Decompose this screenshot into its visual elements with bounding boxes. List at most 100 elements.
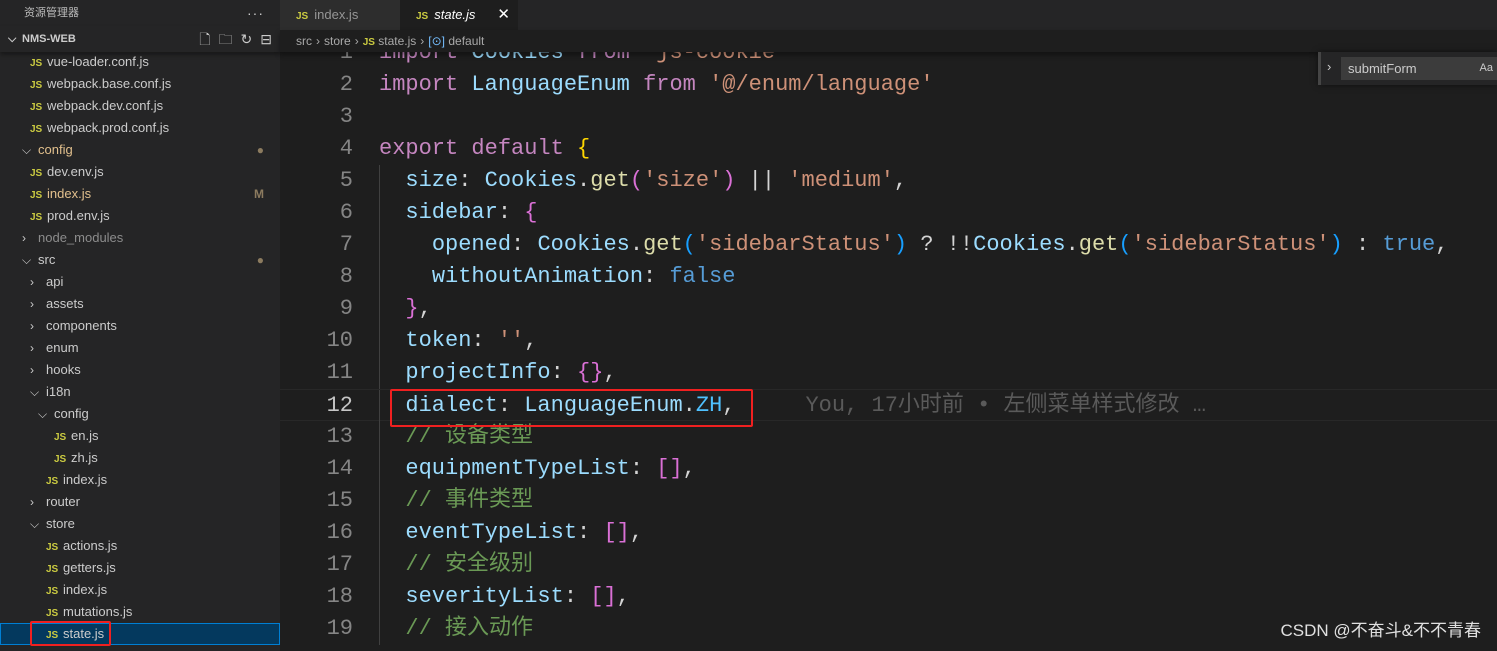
code-token: severityList: [405, 584, 564, 609]
file-index-js[interactable]: JS index.js: [0, 579, 280, 601]
code-line[interactable]: 2 import LanguageEnum from '@/enum/langua…: [280, 69, 1497, 101]
file-webpack-prod-conf-js[interactable]: JS webpack.prod.conf.js: [0, 117, 280, 139]
line-number: 4: [339, 136, 353, 161]
code-token: projectInfo: [405, 360, 551, 385]
code-token: from: [643, 72, 696, 97]
highlight-box: [30, 621, 111, 646]
folder-components[interactable]: › components: [0, 315, 280, 337]
folder-config[interactable]: ⌵ config: [0, 403, 280, 425]
breadcrumb-src[interactable]: src: [296, 34, 312, 48]
code-line[interactable]: 4 export default {: [280, 133, 1497, 165]
code-token: get: [590, 168, 630, 193]
tree-item-label: dev.env.js: [47, 164, 104, 179]
code-editor[interactable]: 1 import Cookies from 'js-cookie' 2 import …: [280, 52, 1497, 651]
folder-assets[interactable]: › assets: [0, 293, 280, 315]
find-input[interactable]: submitForm Aa: [1341, 57, 1497, 80]
chevron-down-icon: ⌵: [8, 33, 17, 45]
file-vue-loader-conf-js[interactable]: JS vue-loader.conf.js: [0, 51, 280, 73]
toggle-replace-icon[interactable]: ›: [1327, 59, 1331, 74]
file-index-js[interactable]: JS index.js M: [0, 183, 280, 205]
chevron-right-icon: ›: [316, 34, 320, 48]
collapse-all-icon[interactable]: ⊟: [260, 26, 272, 52]
code-line[interactable]: 11 projectInfo: {},: [280, 357, 1497, 389]
file-zh-js[interactable]: JS zh.js: [0, 447, 280, 469]
tree-item-label: hooks: [46, 362, 81, 377]
code-line[interactable]: 5 size: Cookies.get('size') || 'medium',: [280, 165, 1497, 197]
more-actions-icon[interactable]: ···: [247, 0, 264, 26]
file-webpack-dev-conf-js[interactable]: JS webpack.dev.conf.js: [0, 95, 280, 117]
code-token: {: [577, 136, 591, 161]
code-line[interactable]: 18 severityList: [],: [280, 581, 1497, 613]
close-icon[interactable]: ✕: [497, 0, 510, 30]
code-line[interactable]: 8 withoutAnimation: false: [280, 261, 1497, 293]
line-number: 9: [339, 296, 353, 321]
code-token: :: [471, 328, 498, 353]
tree-item-label: store: [46, 516, 75, 531]
js-file-icon: JS: [54, 454, 67, 465]
tree-item-label: index.js: [63, 582, 108, 597]
code-line[interactable]: 9 },: [280, 293, 1497, 325]
folder-i18n[interactable]: ⌵ i18n: [0, 381, 280, 403]
code-line[interactable]: 1 import Cookies from 'js-cookie': [280, 52, 1497, 69]
file-actions-js[interactable]: JS actions.js: [0, 535, 280, 557]
code-token: token: [405, 328, 472, 353]
refresh-icon[interactable]: ↻: [241, 26, 253, 52]
file-dev-env-js[interactable]: JS dev.env.js: [0, 161, 280, 183]
js-file-icon: JS: [30, 58, 43, 69]
code-line[interactable]: 3: [280, 101, 1497, 133]
file-mutations-js[interactable]: JS mutations.js: [0, 601, 280, 623]
file-webpack-base-conf-js[interactable]: JS webpack.base.conf.js: [0, 73, 280, 95]
line-number: 12: [326, 393, 353, 418]
folder-enum[interactable]: › enum: [0, 337, 280, 359]
file-en-js[interactable]: JS en.js: [0, 425, 280, 447]
folder-store[interactable]: ⌵ store: [0, 513, 280, 535]
code-token: // 事件类型: [405, 488, 534, 513]
folder-hooks[interactable]: › hooks: [0, 359, 280, 381]
folder-src[interactable]: ⌵ src ●: [0, 249, 280, 271]
folder-node-modules[interactable]: › node_modules: [0, 227, 280, 249]
code-token: }: [405, 296, 419, 321]
watermark: CSDN @不奋斗&不不青春: [1280, 621, 1482, 640]
new-file-icon[interactable]: 🗋: [199, 26, 210, 52]
code-line[interactable]: 15 // 事件类型: [280, 485, 1497, 517]
file-getters-js[interactable]: JS getters.js: [0, 557, 280, 579]
folder-router[interactable]: › router: [0, 491, 280, 513]
new-folder-icon[interactable]: 🗀: [219, 26, 233, 52]
tree-item-label: mutations.js: [63, 604, 133, 619]
tab-index-js[interactable]: JS index.js: [280, 0, 400, 30]
tree-item-label: i18n: [46, 384, 71, 399]
tab-state-js[interactable]: JS state.js ✕: [400, 0, 518, 30]
project-header[interactable]: ⌵ NMS-WEB 🗋 🗀 ↻ ⊟: [0, 26, 280, 52]
breadcrumb-store[interactable]: store: [324, 34, 351, 48]
match-case-toggle[interactable]: Aa: [1480, 57, 1493, 80]
js-file-icon: JS: [30, 190, 43, 201]
code-token: []: [603, 520, 630, 545]
code-line[interactable]: 6 sidebar: {: [280, 197, 1497, 229]
code-token: ): [893, 232, 908, 257]
tree-item-label: zh.js: [71, 450, 98, 465]
tree-item-label: webpack.base.conf.js: [47, 76, 172, 91]
chevron-down-icon: ⌵: [22, 253, 32, 267]
code-token: ,: [524, 328, 538, 353]
code-line[interactable]: 7 opened: Cookies.get('sidebarStatus') ?…: [280, 229, 1497, 261]
code-token: ? !!: [907, 232, 974, 257]
file-index-js[interactable]: JS index.js: [0, 469, 280, 491]
folder-config[interactable]: ⌵ config ●: [0, 139, 280, 161]
chevron-right-icon: ›: [30, 341, 34, 355]
code-line[interactable]: 14 equipmentTypeList: [],: [280, 453, 1497, 485]
tree-item-label: getters.js: [63, 560, 116, 575]
code-token: get: [1078, 232, 1119, 257]
file-prod-env-js[interactable]: JS prod.env.js: [0, 205, 280, 227]
code-line[interactable]: 16 eventTypeList: [],: [280, 517, 1497, 549]
breadcrumb-file[interactable]: state.js: [378, 34, 416, 48]
breadcrumb-symbol[interactable]: default: [448, 34, 484, 48]
code-line[interactable]: 10 token: '',: [280, 325, 1497, 357]
js-file-icon: JS: [30, 212, 43, 223]
code-token: opened: [431, 232, 512, 257]
code-line[interactable]: 17 // 安全级别: [280, 549, 1497, 581]
tree-item-label: enum: [46, 340, 79, 355]
code-token: Cookies: [537, 232, 630, 257]
folder-api[interactable]: › api: [0, 271, 280, 293]
